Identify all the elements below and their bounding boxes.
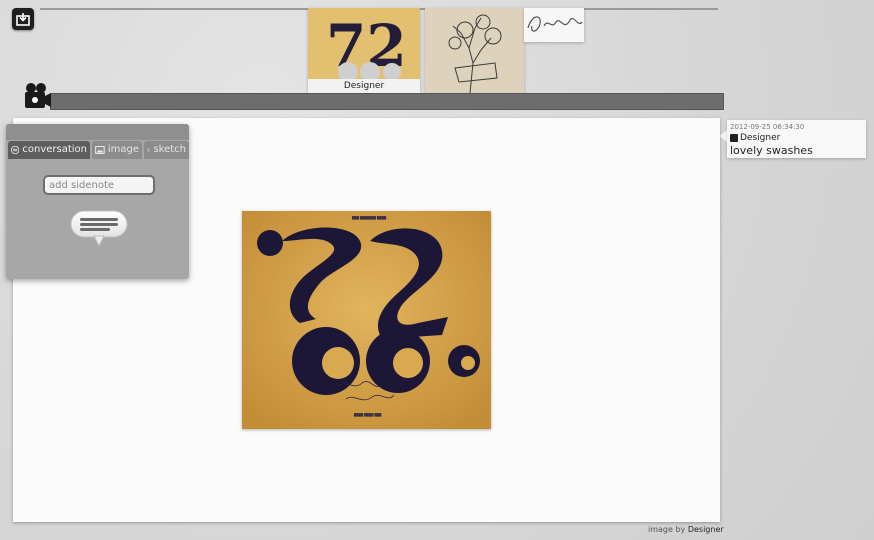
pencil-icon [147,148,151,152]
thumbnail-tree-illustration[interactable] [425,8,524,93]
save-button[interactable] [12,8,34,30]
svg-text:███ ███████ ████: ███ ███████ ████ [351,216,387,220]
comment-timestamp: 2012-09-25 06:34:30 [730,123,805,131]
sidenote-panel: conversation image sketch [6,124,189,279]
thumbnail-image [524,8,584,42]
thumbnail-image [425,8,524,93]
tab-conversation[interactable]: conversation [8,141,90,159]
credit-author-link[interactable]: Designer [688,525,724,534]
tab-image[interactable]: image [92,141,142,159]
download-tray-icon [16,13,30,26]
comment-card[interactable]: 2012-09-25 06:34:30 Designer lovely swas… [727,120,866,158]
timeline-bar[interactable] [50,93,724,110]
typographic-72-artwork: ███ ███████ ████ ████ ████ ███ [242,211,491,429]
main-image[interactable]: ███ ███████ ████ ████ ████ ███ [242,211,491,429]
panel-header[interactable] [6,124,189,140]
user-icon [730,134,738,142]
comment-author-name: Designer [740,133,781,143]
speech-bubble-icon [11,145,20,155]
tab-label: conversation [22,144,87,155]
thumbnail-label: Designer [308,79,420,93]
comment-author[interactable]: Designer [730,133,780,143]
tab-sketch[interactable]: sketch [144,141,189,159]
thumbnail-good-work-lettering[interactable] [524,8,584,42]
video-camera-icon[interactable] [22,82,52,110]
comment-pointer [720,130,727,142]
comment-text: lovely swashes [730,144,813,157]
credit-prefix: image by [648,525,686,534]
sidenote-input[interactable] [43,175,155,195]
svg-text:████ ████ ███: ████ ████ ███ [353,413,382,417]
tab-label: sketch [153,144,186,155]
picture-icon [95,146,105,154]
add-comment-bubble-icon[interactable] [70,210,128,248]
image-credit: image by Designer [648,525,724,534]
thumbnail-72-poster[interactable]: 72 Designer [308,8,420,93]
tab-label: image [107,144,139,155]
